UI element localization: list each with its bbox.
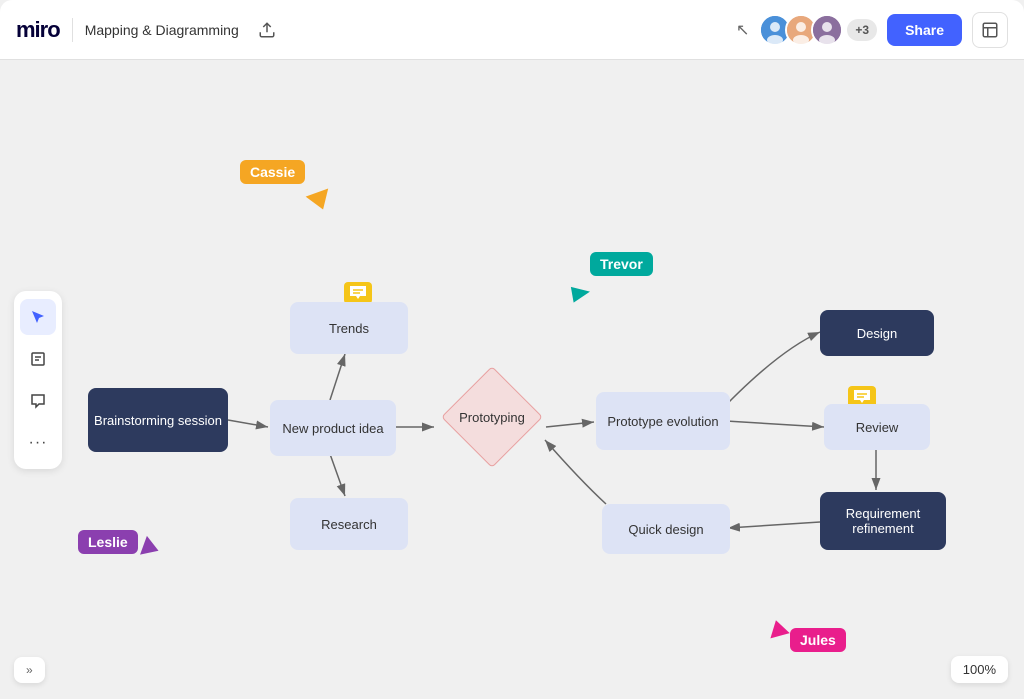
- zoom-level: 100%: [951, 656, 1008, 683]
- sticky-tool[interactable]: [20, 341, 56, 377]
- expand-button[interactable]: »: [14, 657, 45, 683]
- cursor-tool-icon: ↖: [736, 20, 749, 40]
- expand-icon: »: [26, 663, 33, 677]
- comment-trends-icon[interactable]: [344, 282, 372, 304]
- jules-cursor-arrow: [766, 618, 789, 639]
- cursor-tool[interactable]: [20, 299, 56, 335]
- cursor-cassie: Cassie: [240, 160, 305, 184]
- header-left: miro Mapping & Diagramming: [16, 14, 283, 46]
- node-quick-design[interactable]: Quick design: [602, 504, 730, 554]
- leslie-cursor-arrow: [140, 536, 162, 560]
- node-research[interactable]: Research: [290, 498, 408, 550]
- node-new-product-label: New product idea: [282, 421, 383, 436]
- node-requirement-label: Requirement refinement: [820, 506, 946, 536]
- node-prototyping-label: Prototyping: [459, 410, 525, 425]
- header-divider: [72, 18, 73, 42]
- node-trends-label: Trends: [329, 321, 369, 336]
- header: miro Mapping & Diagramming ↖ +3: [0, 0, 1024, 60]
- node-brainstorming[interactable]: Brainstorming session: [88, 388, 228, 452]
- trevor-cursor-arrow: [571, 281, 605, 302]
- node-research-label: Research: [321, 517, 377, 532]
- avatar-3: [811, 14, 843, 46]
- node-design[interactable]: Design: [820, 310, 934, 356]
- cassie-name: Cassie: [250, 164, 295, 180]
- cursor-leslie: Leslie: [78, 530, 138, 554]
- node-review[interactable]: Review: [824, 404, 930, 450]
- node-brainstorming-label: Brainstorming session: [94, 413, 222, 428]
- trevor-name: Trevor: [600, 256, 643, 272]
- node-review-label: Review: [856, 420, 899, 435]
- board-title: Mapping & Diagramming: [85, 22, 239, 38]
- node-trends[interactable]: Trends: [290, 302, 408, 354]
- cursor-jules: Jules: [790, 628, 846, 652]
- node-prototype-evolution-label: Prototype evolution: [607, 414, 718, 429]
- node-requirement[interactable]: Requirement refinement: [820, 492, 946, 550]
- node-prototyping[interactable]: Prototyping: [434, 378, 550, 456]
- avatar-count: +3: [847, 19, 877, 41]
- canvas[interactable]: ··· » 100% Cassie Trevor Leslie Jules: [0, 60, 1024, 699]
- node-prototype-evolution[interactable]: Prototype evolution: [596, 392, 730, 450]
- cassie-cursor-arrow: [306, 188, 335, 213]
- share-button[interactable]: Share: [887, 14, 962, 46]
- more-tool[interactable]: ···: [20, 425, 56, 461]
- cursor-trevor: Trevor: [590, 252, 653, 276]
- header-right: ↖ +3 Share: [736, 12, 1008, 48]
- node-quick-design-label: Quick design: [628, 522, 703, 537]
- upload-button[interactable]: [251, 14, 283, 46]
- node-design-label: Design: [857, 326, 897, 341]
- jules-name: Jules: [800, 632, 836, 648]
- comment-tool[interactable]: [20, 383, 56, 419]
- left-toolbar: ···: [14, 291, 62, 469]
- avatars-group: +3: [759, 14, 877, 46]
- template-button[interactable]: [972, 12, 1008, 48]
- node-new-product[interactable]: New product idea: [270, 400, 396, 456]
- miro-logo: miro: [16, 17, 60, 43]
- leslie-name: Leslie: [88, 534, 128, 550]
